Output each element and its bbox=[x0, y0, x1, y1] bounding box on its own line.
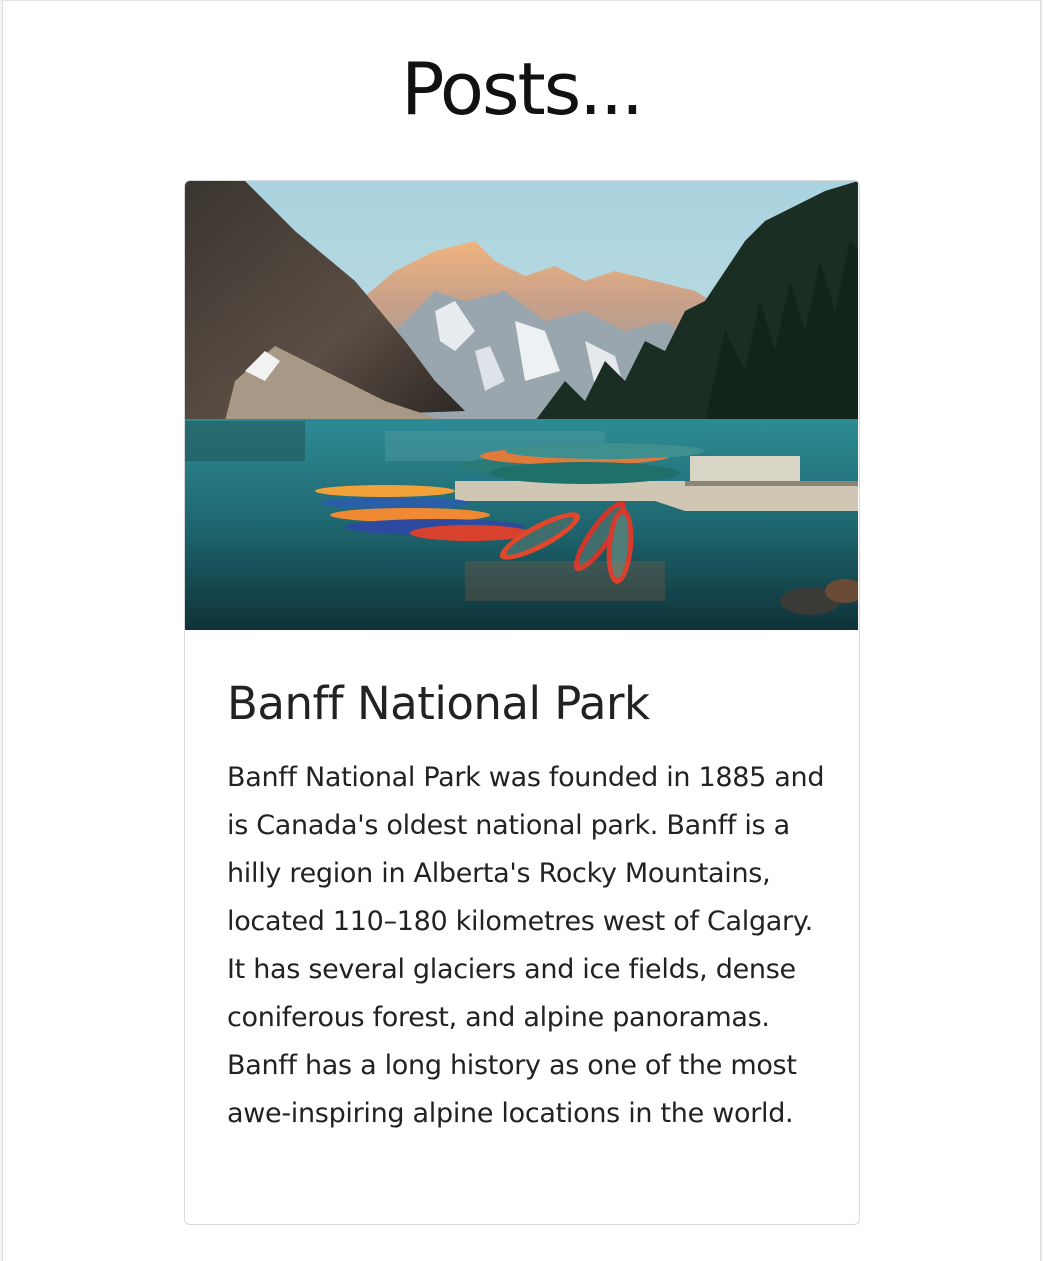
post-image bbox=[185, 181, 858, 630]
post-text: Banff National Park was founded in 1885 … bbox=[227, 762, 825, 1129]
post-card: Banff National Park Banff National Park … bbox=[184, 180, 860, 1225]
post-title: Banff National Park bbox=[227, 677, 650, 730]
page-title: Posts... bbox=[401, 47, 644, 131]
